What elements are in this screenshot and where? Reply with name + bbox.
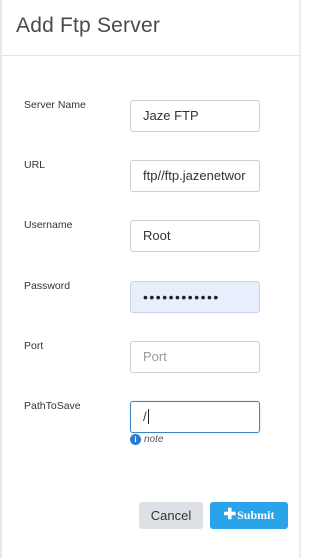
url-input[interactable]: ftp//ftp.jazenetwor — [130, 160, 260, 192]
server-name-input[interactable]: Jaze FTP — [130, 100, 260, 132]
info-circle-icon: i — [130, 434, 141, 445]
username-row: Username Root — [0, 219, 301, 253]
url-label: URL — [24, 159, 46, 171]
dialog-title: Add Ftp Server — [16, 14, 161, 37]
dialog-right-border — [299, 0, 301, 558]
url-row: URL ftp//ftp.jazenetwor — [0, 159, 301, 193]
submit-label: Submit — [237, 508, 275, 522]
plus-icon: ✚ — [223, 507, 237, 523]
password-label: Password — [24, 280, 71, 292]
port-input[interactable]: Port — [130, 341, 260, 373]
dialog-left-border — [0, 0, 2, 558]
path-to-save-label: PathToSave — [24, 400, 81, 412]
username-label: Username — [24, 219, 73, 231]
path-to-save-input[interactable]: / — [130, 401, 260, 433]
port-label: Port — [24, 340, 44, 352]
path-to-save-row: PathToSave / — [0, 400, 301, 434]
username-input[interactable]: Root — [130, 220, 260, 252]
cancel-button[interactable]: Cancel — [139, 502, 203, 529]
path-to-save-hint: i note — [130, 434, 163, 445]
path-to-save-value: / — [143, 409, 147, 424]
port-row: Port Port — [0, 340, 301, 374]
server-name-row: Server Name Jaze FTP — [0, 99, 301, 133]
text-caret — [147, 409, 149, 425]
server-name-label: Server Name — [24, 99, 86, 111]
hint-text: note — [144, 434, 164, 445]
password-input[interactable]: •••••••••••• — [130, 281, 260, 313]
password-row: Password •••••••••••• — [0, 280, 301, 314]
header-divider — [2, 55, 299, 56]
submit-button[interactable]: ✚ Submit — [210, 502, 288, 529]
